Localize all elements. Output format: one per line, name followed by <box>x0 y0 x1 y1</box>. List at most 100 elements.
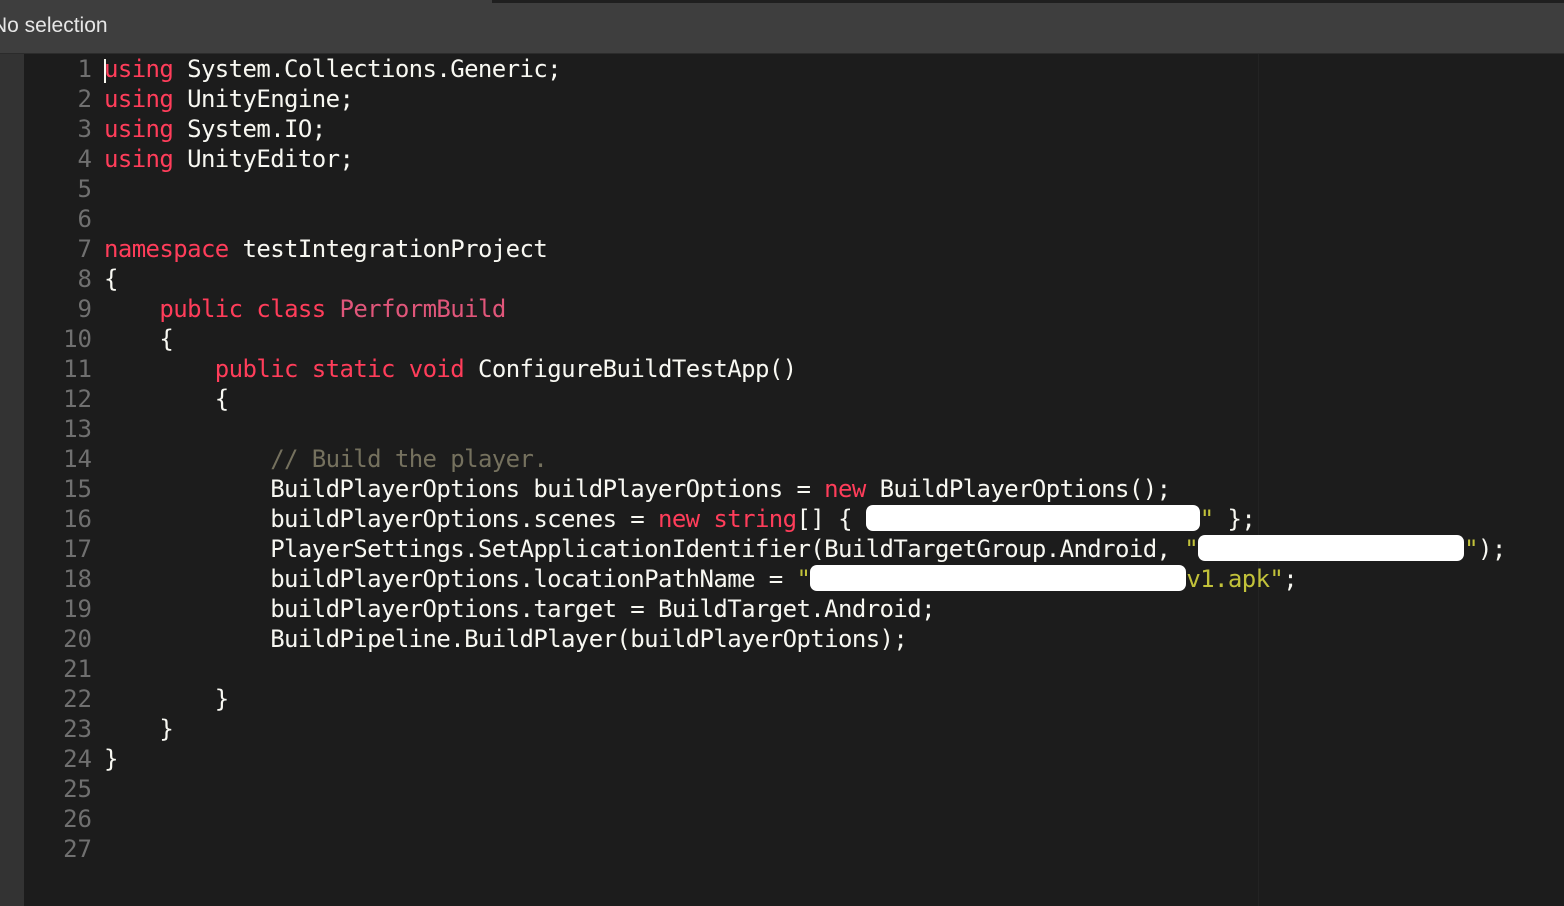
line-number: 14 <box>63 445 92 473</box>
line-number: 3 <box>77 115 92 143</box>
code-line: } <box>104 685 229 713</box>
line-number: 6 <box>77 205 92 233</box>
line-number: 16 <box>63 505 92 533</box>
code-token: ConfigureBuildTestApp() <box>464 355 797 383</box>
code-line: buildPlayerOptions.scenes = new string[]… <box>104 504 1564 534</box>
code-token: UnityEngine; <box>173 85 354 113</box>
code-line: } <box>104 715 174 743</box>
redacted-block <box>1198 535 1465 561</box>
line-number: 23 <box>63 715 92 743</box>
editor-window: No selection 1 2 3 4 5 6 7 8 9 10 11 12 … <box>0 0 1564 906</box>
code-line: // Build the player. <box>104 444 1564 474</box>
code-token: BuildPlayerOptions(); <box>865 475 1171 503</box>
code-line: { <box>104 385 229 413</box>
code-line: { <box>104 265 118 293</box>
redacted-block <box>865 505 1200 531</box>
line-number: 10 <box>63 325 92 353</box>
line-number: 15 <box>63 475 92 503</box>
string-literal: " <box>796 565 811 593</box>
string-literal: " <box>1184 535 1199 563</box>
sidebar-edge <box>0 54 24 906</box>
line-number: 1 <box>77 55 92 83</box>
code-token: ); <box>1477 535 1506 563</box>
code-line: public static void ConfigureBuildTestApp… <box>104 354 1564 384</box>
code-line: PlayerSettings.SetApplicationIdentifier(… <box>104 534 1564 564</box>
code-line: BuildPipeline.BuildPlayer(buildPlayerOpt… <box>104 625 908 653</box>
code-line: BuildPlayerOptions buildPlayerOptions = … <box>104 474 1564 504</box>
string-literal: v1.apk" <box>1186 565 1284 593</box>
code-token: System.IO; <box>173 115 326 143</box>
keyword: public <box>214 355 299 383</box>
line-number: 21 <box>63 655 92 683</box>
line-number: 11 <box>63 355 92 383</box>
keyword: class <box>256 295 326 323</box>
code-line: buildPlayerOptions.locationPathName = " v… <box>104 564 1564 594</box>
line-number: 13 <box>63 415 92 443</box>
code-line: using UnityEngine; <box>104 84 1564 114</box>
text-cursor <box>104 59 106 83</box>
keyword: new <box>824 475 866 503</box>
code-line: { <box>104 325 174 353</box>
line-number: 12 <box>63 385 92 413</box>
code-token: testIntegrationProject <box>228 235 548 263</box>
line-number: 18 <box>63 565 92 593</box>
keyword: using <box>104 115 174 143</box>
keyword: void <box>408 355 465 383</box>
keyword: using <box>104 145 174 173</box>
code-token: System.Collections.Generic; <box>173 55 562 83</box>
line-number: 19 <box>63 595 92 623</box>
code-token: ; <box>1283 565 1298 593</box>
line-number: 25 <box>63 775 92 803</box>
code-token: UnityEditor; <box>173 145 354 173</box>
code-line: using System.Collections.Generic; <box>104 54 1564 84</box>
code-token: buildPlayerOptions.scenes = <box>104 505 658 533</box>
selection-status: No selection <box>0 14 108 37</box>
line-number-gutter: 1 2 3 4 5 6 7 8 9 10 11 12 13 14 15 16 1… <box>24 54 92 864</box>
line-number: 4 <box>77 145 92 173</box>
code-token: buildPlayerOptions.locationPathName = <box>104 565 797 593</box>
string-literal: " <box>1464 535 1478 563</box>
code-line: using System.IO; <box>104 114 1564 144</box>
line-number: 9 <box>77 295 92 323</box>
code-token: PlayerSettings.SetApplicationIdentifier(… <box>104 535 1185 563</box>
code-token: [] { <box>796 505 866 533</box>
keyword: static <box>311 355 396 383</box>
line-number: 22 <box>63 685 92 713</box>
keyword: using <box>104 85 174 113</box>
keyword: using <box>104 55 174 83</box>
line-number: 8 <box>77 265 92 293</box>
code-token: BuildPlayerOptions buildPlayerOptions = <box>104 475 825 503</box>
keyword: public <box>159 295 243 323</box>
line-number: 17 <box>63 535 92 563</box>
status-bar: No selection <box>0 3 1564 54</box>
redacted-block <box>810 565 1187 591</box>
keyword: namespace <box>104 235 229 263</box>
code-line: namespace testIntegrationProject <box>104 234 1564 264</box>
code-line: using UnityEditor; <box>104 144 1564 174</box>
line-number: 5 <box>77 175 92 203</box>
line-number: 24 <box>63 745 92 773</box>
type-name: PerformBuild <box>339 295 506 323</box>
code-line: public class PerformBuild <box>104 294 1564 324</box>
line-number: 27 <box>63 835 92 863</box>
string-literal: " <box>1199 505 1214 533</box>
keyword: string <box>713 505 797 533</box>
line-number: 26 <box>63 805 92 833</box>
code-token: }; <box>1213 505 1256 533</box>
keyword: new <box>657 505 700 533</box>
code-line: buildPlayerOptions.target = BuildTarget.… <box>104 595 935 623</box>
comment: // Build the player. <box>270 445 548 473</box>
line-number: 20 <box>63 625 92 653</box>
line-number: 2 <box>77 85 92 113</box>
code-text[interactable]: using System.Collections.Generic; using … <box>104 54 1564 864</box>
